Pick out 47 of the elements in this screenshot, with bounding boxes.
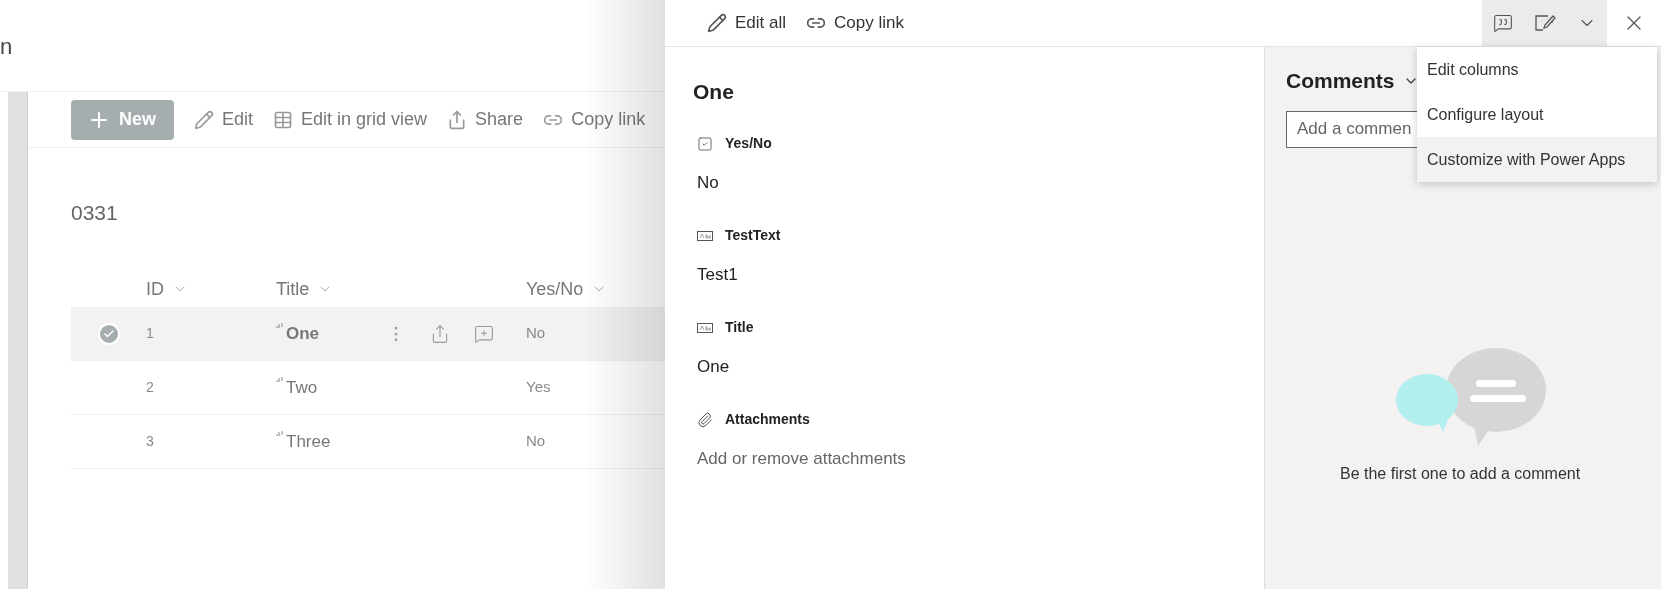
attachments-field[interactable]: Add or remove attachments: [697, 445, 1264, 470]
site-title: n: [0, 34, 13, 59]
item-title: One: [693, 79, 735, 105]
field-value[interactable]: One: [697, 353, 1264, 378]
id-cell-text: 3: [146, 432, 155, 451]
field-label: Yes/No: [725, 134, 772, 153]
id-cell-text: 1: [146, 324, 155, 343]
checkbox-icon: [697, 135, 713, 152]
menu-item[interactable]: Edit columns: [1417, 47, 1657, 92]
comment-add-icon[interactable]: [474, 323, 494, 344]
comments-icon[interactable]: [1492, 13, 1513, 33]
title-cell[interactable]: Two: [286, 374, 386, 401]
edit-form-icon[interactable]: [1533, 13, 1556, 33]
field-label: Attachments: [725, 410, 810, 429]
column-header[interactable]: Title: [276, 275, 526, 303]
empty-comments-message: Be the first one to add a comment: [1340, 464, 1581, 482]
paperclip-icon: [697, 411, 713, 428]
share-icon: [447, 109, 468, 130]
share-icon[interactable]: [430, 323, 450, 344]
text-field-icon: [697, 322, 713, 333]
menu-item[interactable]: Configure layout: [1417, 92, 1657, 137]
list-row[interactable]: 1 One No: [71, 307, 665, 361]
command-button[interactable]: Edit in grid view: [273, 106, 428, 133]
grid-icon: [273, 109, 294, 130]
field-label: TestText: [725, 226, 781, 245]
command-button[interactable]: Copy link: [543, 106, 646, 133]
column-header[interactable]: ID: [146, 275, 276, 303]
yes-no-cell-text: No: [526, 323, 546, 344]
list-title: 0331: [71, 201, 118, 224]
yes-no-cell-text: No: [526, 431, 546, 452]
text-field-icon: [697, 230, 713, 241]
command-button[interactable]: Edit: [194, 106, 254, 133]
column-header[interactable]: Yes/No: [526, 275, 608, 303]
panel-command[interactable]: Copy link: [806, 10, 904, 36]
panel-command[interactable]: Edit all: [707, 10, 787, 36]
command-button[interactable]: Share: [447, 106, 524, 133]
yes-no-cell-text: Yes: [526, 377, 551, 398]
pencil-icon: [194, 109, 214, 130]
pencil-icon: [707, 13, 727, 33]
id-cell-text: 2: [146, 378, 155, 397]
title-cell[interactable]: Three: [286, 428, 386, 455]
title-cell[interactable]: One: [286, 320, 386, 347]
comments-heading: Comments: [1286, 68, 1395, 94]
field-value[interactable]: No: [697, 169, 1264, 194]
field-label: Title: [725, 318, 754, 337]
menu-item[interactable]: Customize with Power Apps: [1417, 137, 1657, 182]
field-value[interactable]: Test1: [697, 261, 1264, 286]
